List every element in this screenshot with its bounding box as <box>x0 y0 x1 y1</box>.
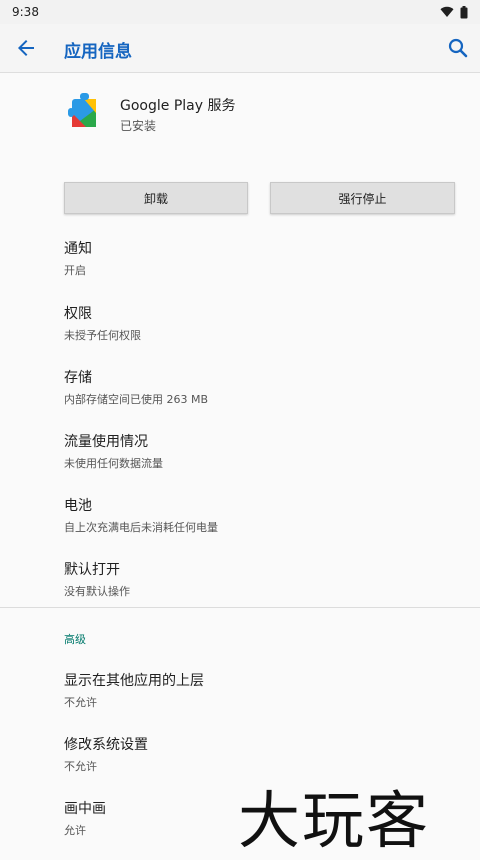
settings-item-subtitle: 未授予任何权限 <box>64 329 141 342</box>
page-title: 应用信息 <box>64 42 132 62</box>
settings-item-permissions[interactable]: 权限 未授予任何权限 <box>64 303 141 343</box>
settings-item-open-by-default[interactable]: 默认打开 没有默认操作 <box>64 559 130 599</box>
settings-item-title: 默认打开 <box>64 562 120 578</box>
app-name: Google Play 服务 <box>120 98 236 114</box>
settings-item-subtitle: 未使用任何数据流量 <box>64 457 163 470</box>
settings-item-subtitle: 不允许 <box>64 760 97 773</box>
status-time: 9:38 <box>12 5 39 19</box>
settings-item-subtitle: 自上次充满电后未消耗任何电量 <box>64 521 218 534</box>
settings-item-title: 通知 <box>64 241 92 257</box>
settings-item-title: 显示在其他应用的上层 <box>64 673 204 689</box>
battery-icon <box>460 5 468 18</box>
settings-item-title: 流量使用情况 <box>64 434 148 450</box>
settings-item-subtitle: 内部存储空间已使用 263 MB <box>64 393 209 406</box>
settings-item-picture-in-picture[interactable]: 画中画 允许 <box>64 798 106 838</box>
status-bar: 9:38 <box>0 0 480 24</box>
settings-item-display-over-other-apps[interactable]: 显示在其他应用的上层 不允许 <box>64 670 204 710</box>
settings-item-title: 存储 <box>64 370 92 386</box>
settings-item-modify-system-settings[interactable]: 修改系统设置 不允许 <box>64 734 148 774</box>
settings-item-subtitle: 不允许 <box>64 696 97 709</box>
section-divider <box>0 607 480 608</box>
settings-item-storage[interactable]: 存储 内部存储空间已使用 263 MB <box>64 367 208 407</box>
settings-item-title: 画中画 <box>64 801 106 817</box>
force-stop-button[interactable]: 强行停止 <box>270 182 455 214</box>
settings-item-title: 修改系统设置 <box>64 737 148 753</box>
back-arrow-icon[interactable] <box>14 36 38 60</box>
settings-item-subtitle: 允许 <box>64 824 86 837</box>
advanced-section-header: 高级 <box>64 633 86 646</box>
settings-item-title: 权限 <box>64 306 92 322</box>
app-header: Google Play 服务 已安装 <box>0 73 480 157</box>
settings-item-notifications[interactable]: 通知 开启 <box>64 238 92 278</box>
watermark: 大玩客 <box>238 784 431 857</box>
search-icon[interactable] <box>446 36 470 60</box>
settings-item-data-usage[interactable]: 流量使用情况 未使用任何数据流量 <box>64 431 163 471</box>
google-play-services-icon <box>68 93 96 127</box>
app-install-status: 已安装 <box>120 119 157 133</box>
settings-item-title: 电池 <box>64 498 92 514</box>
uninstall-button[interactable]: 卸载 <box>64 182 248 214</box>
settings-item-subtitle: 没有默认操作 <box>64 585 130 598</box>
wifi-icon <box>440 6 454 18</box>
settings-item-battery[interactable]: 电池 自上次充满电后未消耗任何电量 <box>64 495 218 535</box>
status-icons <box>440 5 468 19</box>
settings-item-subtitle: 开启 <box>64 264 86 277</box>
app-bar: 应用信息 <box>0 24 480 73</box>
